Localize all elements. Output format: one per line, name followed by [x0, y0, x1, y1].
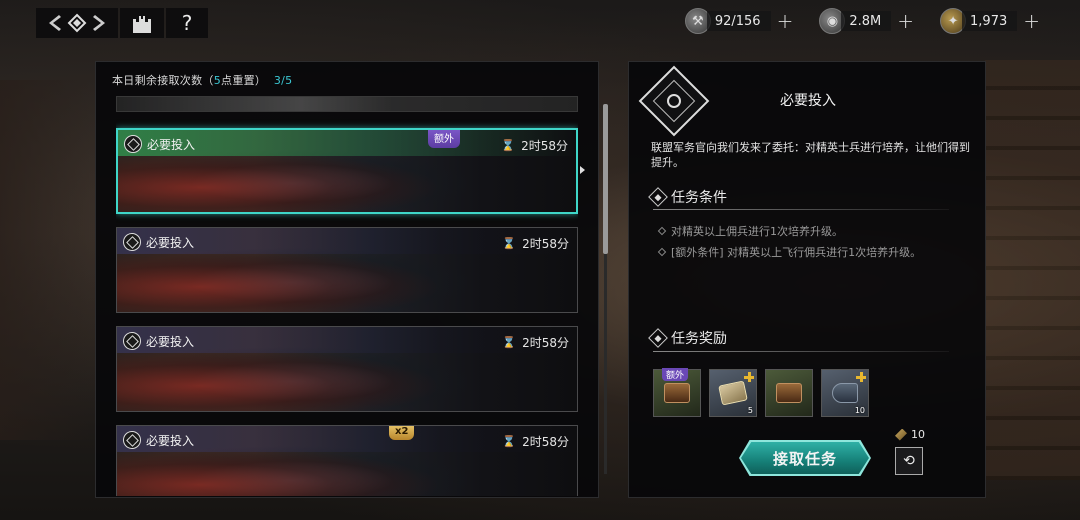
refresh-cost: 10	[895, 428, 925, 441]
back-button[interactable]	[36, 8, 118, 38]
reward-item[interactable]: 5	[709, 369, 757, 417]
selection-pointer-icon	[580, 166, 585, 174]
condition-item: [额外条件] 对精英以上飞行佣兵进行1次培养升级。	[657, 244, 922, 260]
quest-title: 必要投入	[146, 334, 195, 349]
resource-silver: ◉ 2.8M +	[819, 7, 914, 35]
resource-war-hammer: ⚒ 92/156 +	[684, 7, 794, 35]
quest-emblem-icon	[123, 332, 141, 350]
treasure-chest-icon	[664, 383, 690, 403]
quest-title: 必要投入	[147, 137, 196, 152]
reward-item[interactable]: 额外	[653, 368, 701, 417]
resource-value: 1,973	[962, 11, 1018, 31]
hourglass-icon: ⌛	[501, 139, 516, 152]
hourglass-icon: ⌛	[502, 336, 517, 349]
castle-icon	[133, 16, 151, 33]
daily-accept-counter: 本日剩余接取次数（5点重置） 3/5	[112, 72, 292, 88]
scrollbar-thumb[interactable]	[603, 104, 608, 254]
previous-card-edge	[116, 96, 578, 112]
quest-card[interactable]: 必要投入 x2 ⌛ 2时58分	[116, 425, 578, 496]
quest-time: 2时58分	[522, 336, 569, 350]
quest-title: 必要投入	[146, 235, 195, 250]
plus-icon	[744, 372, 754, 382]
background-left-shade	[0, 80, 90, 440]
header-reset-suffix: 点重置）	[221, 74, 267, 87]
divider	[653, 351, 949, 352]
reward-list: 额外 5 10	[653, 368, 869, 417]
castle-button[interactable]	[120, 8, 164, 38]
quest-card[interactable]: 必要投入 ⌛ 2时58分	[116, 227, 578, 313]
add-silver-button[interactable]: +	[897, 9, 914, 33]
refresh-cost-value: 10	[911, 428, 925, 441]
cannon-icon	[832, 383, 858, 403]
bonus-tag: 额外	[662, 368, 689, 381]
conditions-header: 任务条件	[648, 187, 727, 207]
reset-hour: 5	[213, 74, 222, 87]
help-label: ?	[181, 11, 193, 35]
quest-list-panel: 本日剩余接取次数（5点重置） 3/5 必要投入 额外 ⌛ 2时58分 必要投入 …	[95, 61, 599, 498]
quest-time: 2时58分	[522, 237, 569, 251]
double-reward-tag: x2	[389, 426, 415, 440]
add-gold-feather-button[interactable]: +	[1023, 9, 1040, 33]
help-button[interactable]: ?	[166, 8, 208, 38]
quest-emblem-icon	[123, 431, 141, 449]
back-emblem-icon	[49, 13, 105, 33]
quest-card[interactable]: 必要投入 额外 ⌛ 2时58分	[116, 128, 578, 214]
top-left-toolbar: ?	[36, 8, 208, 38]
quest-description: 联盟军务官向我们发来了委托：对精英士兵进行培养，让他们得到提升。	[651, 141, 970, 169]
detail-title: 必要投入	[780, 93, 836, 109]
quest-time: 2时58分	[521, 139, 568, 153]
reward-item[interactable]	[765, 369, 813, 417]
refresh-button[interactable]: ⟲	[895, 447, 923, 475]
quest-time: 2时58分	[522, 435, 569, 449]
reward-item[interactable]: 10	[821, 369, 869, 417]
accept-quest-button[interactable]: 接取任务	[741, 442, 869, 474]
hourglass-icon: ⌛	[502, 435, 517, 448]
header-prefix: 本日剩余接取次数（	[112, 74, 214, 87]
treasure-chest-icon	[776, 383, 802, 403]
resource-value: 92/156	[706, 11, 771, 31]
bullet-diamond-icon	[657, 226, 667, 236]
refresh-icon: ⟲	[903, 453, 915, 469]
condition-text: [额外条件] 对精英以上飞行佣兵进行1次培养升级。	[671, 246, 922, 259]
divider	[653, 209, 949, 210]
accept-count: 3/5	[273, 74, 293, 87]
section-diamond-icon	[648, 187, 668, 207]
quest-card[interactable]: 必要投入 ⌛ 2时58分	[116, 326, 578, 412]
reward-count: 10	[854, 406, 865, 415]
condition-item: 对精英以上佣兵进行1次培养升级。	[657, 223, 843, 239]
rewards-header: 任务奖励	[648, 328, 727, 348]
weapon-scroll-icon	[718, 380, 748, 406]
quest-detail-panel: 必要投入 联盟军务官向我们发来了委托：对精英士兵进行培养，让他们得到提升。 任务…	[628, 61, 986, 498]
quest-title: 必要投入	[146, 433, 195, 448]
conditions-title: 任务条件	[671, 190, 727, 206]
resource-value: 2.8M	[841, 11, 892, 31]
gold-feather-icon	[895, 428, 907, 441]
section-diamond-icon	[648, 328, 668, 348]
quest-emblem-icon	[124, 135, 142, 153]
resource-bar: ⚒ 92/156 + ◉ 2.8M + ✦ 1,973 +	[684, 7, 1040, 35]
add-war-hammer-button[interactable]: +	[777, 9, 794, 33]
reward-count: 5	[747, 406, 753, 415]
background-bookshelf	[985, 60, 1080, 480]
resource-gold-feather: ✦ 1,973 +	[940, 7, 1040, 35]
rewards-title: 任务奖励	[671, 331, 727, 347]
quest-list[interactable]: 必要投入 额外 ⌛ 2时58分 必要投入 ⌛ 2时58分 必要投入 ⌛ 2时58…	[116, 96, 578, 496]
quest-emblem-icon	[123, 233, 141, 251]
plus-icon	[856, 372, 866, 382]
hourglass-icon: ⌛	[502, 237, 517, 250]
bonus-tag: 额外	[428, 130, 460, 148]
bullet-diamond-icon	[657, 247, 667, 257]
condition-text: 对精英以上佣兵进行1次培养升级。	[671, 225, 843, 238]
